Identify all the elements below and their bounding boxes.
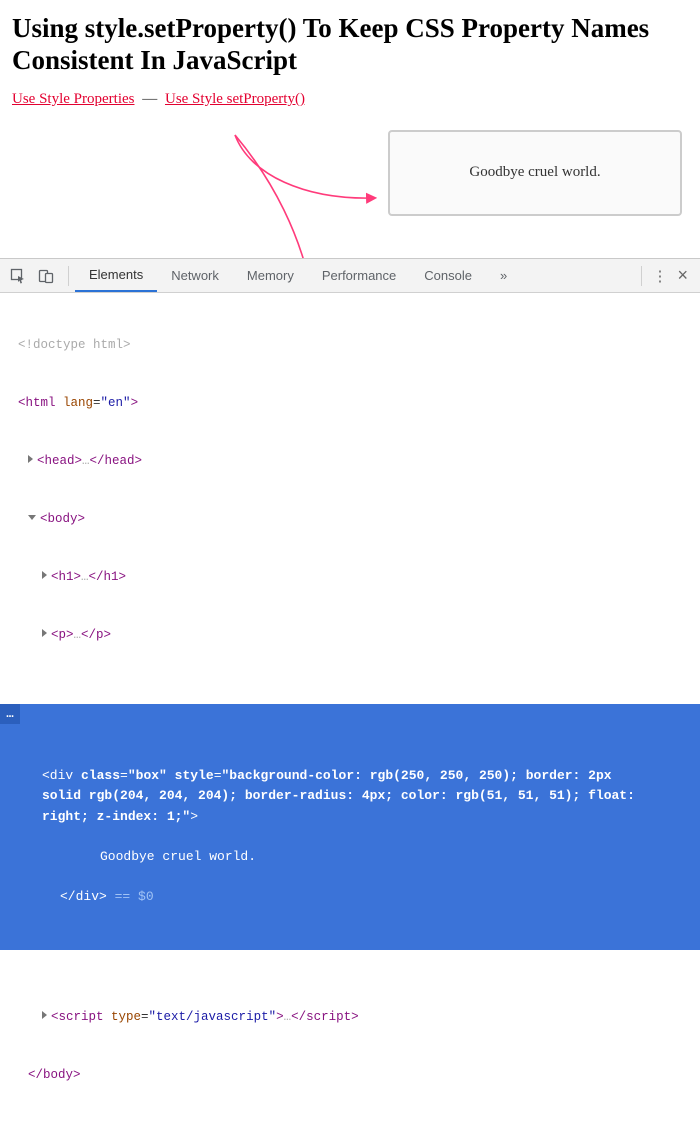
devtools-panel: Elements Network Memory Performance Cons… xyxy=(0,258,700,565)
device-toggle-icon[interactable] xyxy=(34,264,58,288)
dom-body-open[interactable]: <body> xyxy=(0,510,700,529)
dom-selected-node[interactable]: … <div class="box" style="background-col… xyxy=(0,704,700,950)
dom-doctype: <!doctype html> xyxy=(18,338,131,352)
page-title: Using style.setProperty() To Keep CSS Pr… xyxy=(12,12,688,77)
devtools-close-icon[interactable]: × xyxy=(677,265,688,286)
link-separator: — xyxy=(142,91,157,107)
dom-head[interactable]: <head>…</head> xyxy=(0,452,700,471)
demo-box-text: Goodbye cruel world. xyxy=(469,164,600,181)
action-links: Use Style Properties — Use Style setProp… xyxy=(12,91,688,108)
tab-performance[interactable]: Performance xyxy=(308,259,410,292)
tab-network[interactable]: Network xyxy=(157,259,233,292)
dom-body-close[interactable]: </body> xyxy=(0,1066,700,1085)
dom-p[interactable]: <p>…</p> xyxy=(0,626,700,645)
tab-elements[interactable]: Elements xyxy=(75,259,157,292)
use-style-properties-link[interactable]: Use Style Properties xyxy=(12,91,134,107)
devtools-menu-icon[interactable]: ⋮ xyxy=(652,267,667,285)
dom-tree[interactable]: <!doctype html> <html lang="en"> <head>…… xyxy=(0,293,700,1130)
eq-dollar-zero: == $0 xyxy=(107,889,154,904)
tab-console[interactable]: Console xyxy=(410,259,486,292)
dom-script[interactable]: <script type="text/javascript">…</script… xyxy=(0,1008,700,1027)
dom-selected-text: Goodbye cruel world. xyxy=(0,847,692,867)
dom-html-open[interactable]: <html lang="en"> xyxy=(0,394,700,413)
demo-box: Goodbye cruel world. xyxy=(388,130,682,216)
tab-memory[interactable]: Memory xyxy=(233,259,308,292)
dom-h1[interactable]: <h1>…</h1> xyxy=(0,568,700,587)
breadcrumb-ellipsis: … xyxy=(0,704,20,724)
devtools-tabbar: Elements Network Memory Performance Cons… xyxy=(0,259,700,293)
use-style-setproperty-link[interactable]: Use Style setProperty() xyxy=(165,91,305,107)
inspect-icon[interactable] xyxy=(6,264,30,288)
tabs-overflow[interactable]: » xyxy=(486,259,521,292)
